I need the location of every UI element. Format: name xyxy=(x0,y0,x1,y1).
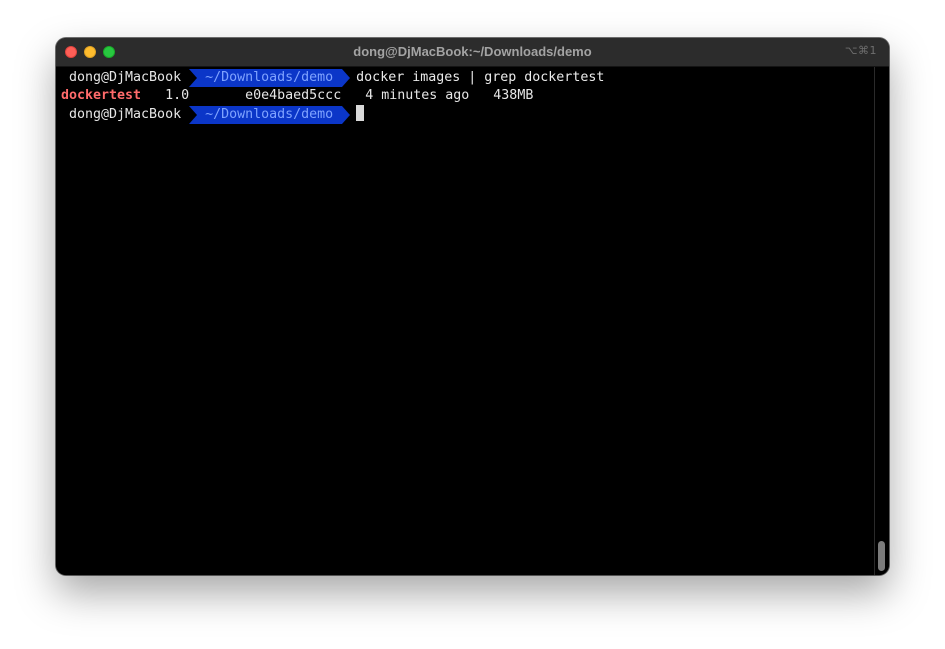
terminal-window: dong@DjMacBook:~/Downloads/demo ⌥⌘1 dong… xyxy=(56,38,889,575)
prompt-host: dong@DjMacBook xyxy=(69,107,182,122)
title-bar[interactable]: dong@DjMacBook:~/Downloads/demo ⌥⌘1 xyxy=(56,38,889,67)
typed-command: docker images | grep dockertest xyxy=(356,70,605,85)
vertical-scrollbar[interactable] xyxy=(874,67,889,575)
output-image-details: 1.0 e0e4baed5ccc 4 minutes ago 438MB xyxy=(141,88,534,103)
output-repository-name: dockertest xyxy=(61,88,142,103)
window-shortcut-hint: ⌥⌘1 xyxy=(844,44,877,57)
terminal-content[interactable]: dong@DjMacBook ~/Downloads/demo docker ima… xyxy=(56,67,874,575)
terminal-line-command: dong@DjMacBook ~/Downloads/demo docker ima… xyxy=(61,69,604,87)
terminal-line-prompt: dong@DjMacBook ~/Downloads/demo xyxy=(61,105,365,124)
window-title: dong@DjMacBook:~/Downloads/demo xyxy=(353,44,592,59)
prompt-host: dong@DjMacBook xyxy=(69,70,182,85)
prompt-path: ~/Downloads/demo xyxy=(189,69,351,87)
text-cursor[interactable] xyxy=(356,105,365,121)
terminal-line-output: dockertest 1.0 e0e4baed5ccc 4 minutes ag… xyxy=(61,87,533,105)
scrollbar-thumb[interactable] xyxy=(878,541,885,571)
prompt-path: ~/Downloads/demo xyxy=(189,106,351,124)
